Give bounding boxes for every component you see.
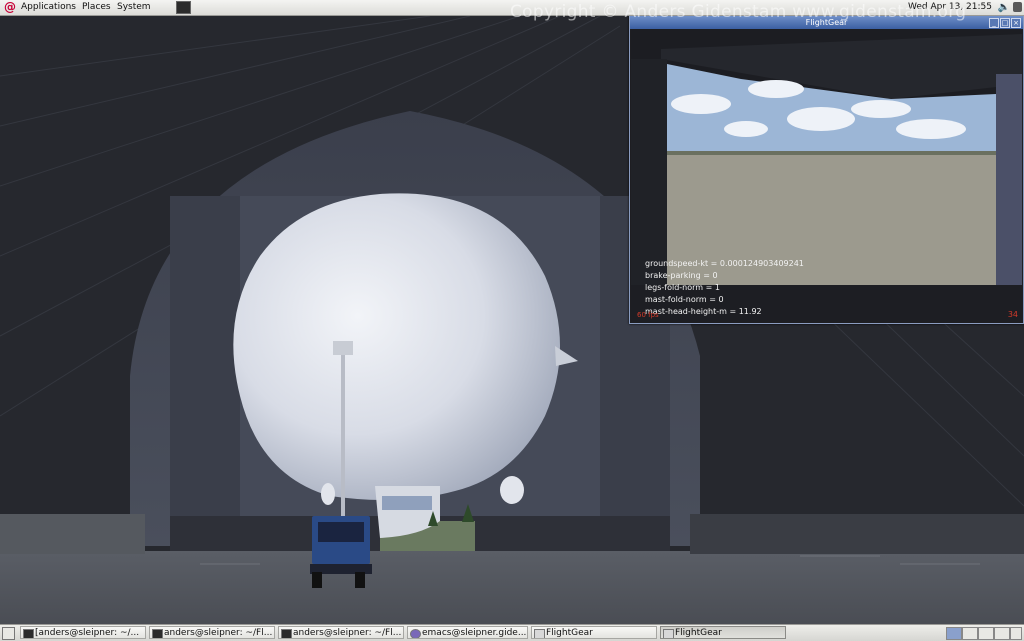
taskbar: [anders@sleipner: ~/... anders@sleipner:… — [0, 624, 1024, 641]
task-terminal-2[interactable]: anders@sleipner: ~/Fl... — [149, 626, 275, 639]
mast-camera-view[interactable]: groundspeed-kt = 0.000124903409241 brake… — [631, 29, 1022, 322]
fps-counter-left: 60 fps — [637, 311, 659, 319]
tray-icon[interactable] — [1013, 2, 1022, 12]
terminal-icon — [281, 629, 292, 638]
hud-brake-parking: brake-parking = 0 — [645, 271, 718, 280]
copyright-watermark: Copyright © Anders Gidenstam www.gidenst… — [510, 2, 967, 22]
terminal-icon — [23, 629, 34, 638]
fps-counter-right: 34 — [1007, 310, 1018, 319]
task-flightgear-2[interactable]: FlightGear — [660, 626, 786, 639]
terminal-icon — [152, 629, 163, 638]
menu-places[interactable]: Places — [82, 1, 111, 14]
flightgear-icon — [663, 629, 674, 638]
hud-legs-fold: legs-fold-norm = 1 — [645, 283, 720, 292]
maximize-icon[interactable]: □ — [1000, 18, 1010, 28]
hud-mast-fold: mast-fold-norm = 0 — [645, 295, 724, 304]
task-terminal-3[interactable]: anders@sleipner: ~/Fl... — [278, 626, 404, 639]
emacs-icon — [410, 629, 421, 638]
workspace-1[interactable] — [946, 627, 962, 640]
task-emacs[interactable]: emacs@sleipner.gide... — [407, 626, 528, 639]
speaker-icon[interactable]: 🔈 — [998, 1, 1010, 14]
show-desktop-icon[interactable] — [2, 627, 15, 640]
task-label: anders@sleipner: ~/Fl... — [164, 628, 273, 638]
task-label: FlightGear — [675, 628, 722, 638]
minimize-icon[interactable]: _ — [989, 18, 999, 28]
menu-system[interactable]: System — [117, 1, 151, 14]
hud-mast-head-height: mast-head-height-m = 11.92 — [645, 307, 762, 316]
workspace-4[interactable] — [994, 627, 1010, 640]
task-flightgear-1[interactable]: FlightGear — [531, 626, 657, 639]
hud-groundspeed: groundspeed-kt = 0.000124903409241 — [645, 259, 804, 268]
workspace-2[interactable] — [962, 627, 978, 640]
task-label: emacs@sleipner.gide... — [422, 628, 527, 638]
task-terminal-1[interactable]: [anders@sleipner: ~/... — [20, 626, 146, 639]
close-icon[interactable]: × — [1011, 18, 1021, 28]
task-label: FlightGear — [546, 628, 593, 638]
flightgear-icon — [534, 629, 545, 638]
trash-icon[interactable] — [1010, 627, 1022, 640]
task-label: anders@sleipner: ~/Fl... — [293, 628, 402, 638]
workspace-3[interactable] — [978, 627, 994, 640]
menu-applications[interactable]: Applications — [21, 1, 76, 14]
terminal-launcher-icon[interactable] — [176, 1, 191, 14]
debian-logo-icon[interactable]: @ — [4, 1, 16, 13]
task-label: [anders@sleipner: ~/... — [35, 628, 140, 638]
flightgear-window[interactable]: FlightGear _ □ × groundspeed-kt = 0.0001… — [629, 15, 1024, 324]
